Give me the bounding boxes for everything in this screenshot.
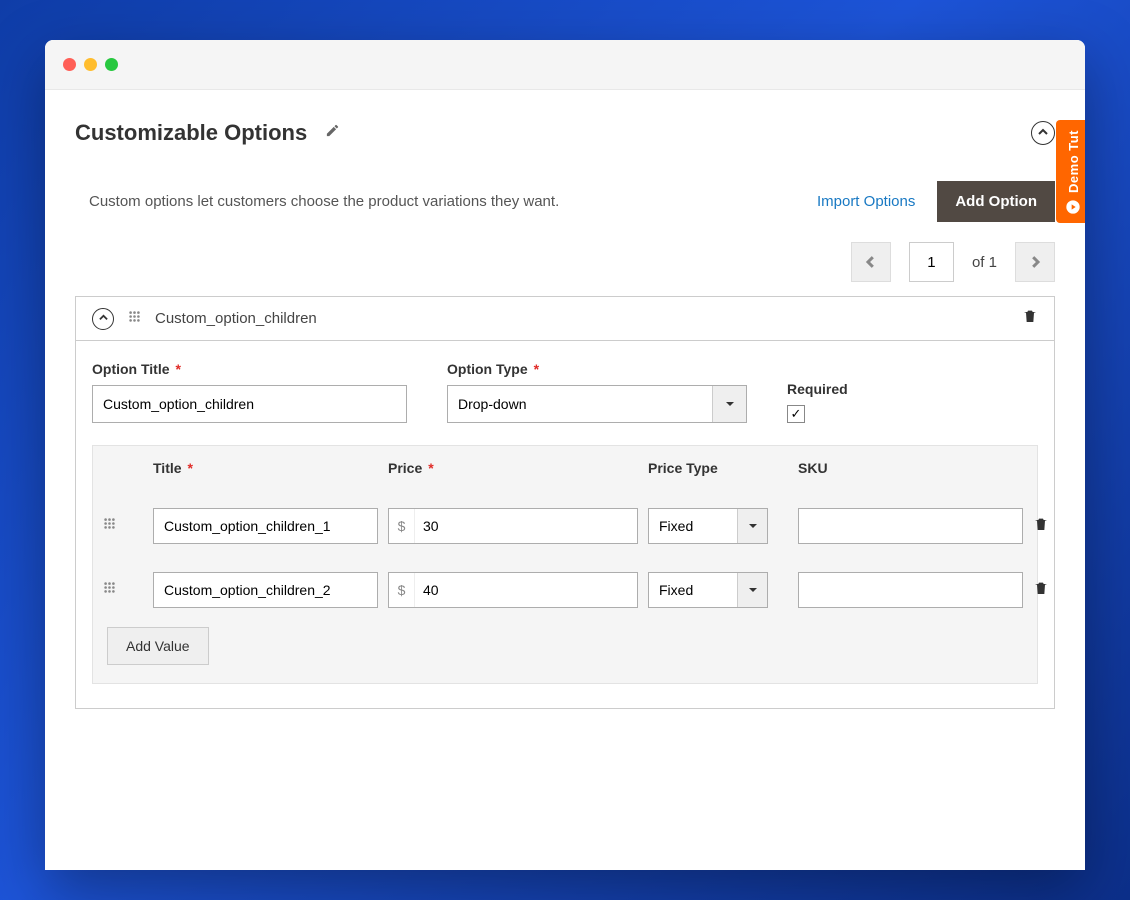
option-title-input[interactable]: [92, 385, 407, 423]
delete-option-icon[interactable]: [1022, 307, 1038, 330]
value-price-input-wrap: $: [388, 508, 638, 544]
section-title: Customizable Options: [75, 120, 307, 146]
col-title: Title*: [153, 460, 378, 476]
delete-row-icon[interactable]: [1033, 579, 1083, 602]
value-sku-input[interactable]: [798, 508, 1023, 544]
pager-page-input[interactable]: [909, 242, 954, 282]
collapse-option-icon[interactable]: [92, 308, 114, 330]
chevron-down-icon: [737, 509, 767, 543]
drag-handle-icon[interactable]: [128, 310, 141, 328]
maximize-window-icon[interactable]: [105, 58, 118, 71]
pager-prev-button[interactable]: [851, 242, 891, 282]
option-type-select[interactable]: Drop-down: [447, 385, 747, 423]
value-sku-input[interactable]: [798, 572, 1023, 608]
table-row: $ Fixed: [93, 558, 1037, 622]
option-type-field: Option Type* Drop-down: [447, 361, 747, 423]
close-window-icon[interactable]: [63, 58, 76, 71]
option-required-field: Required ✓: [787, 381, 848, 423]
demo-tab-label: Demo Tut: [1066, 130, 1081, 193]
currency-symbol: $: [389, 573, 415, 607]
value-price-type-select[interactable]: Fixed: [648, 572, 768, 608]
add-option-button[interactable]: Add Option: [937, 181, 1055, 222]
play-circle-icon: [1065, 199, 1081, 215]
import-options-link[interactable]: Import Options: [817, 193, 915, 210]
option-header: Custom_option_children: [76, 297, 1054, 341]
subheader: Custom options let customers choose the …: [75, 181, 1055, 222]
section-header: Customizable Options: [75, 120, 1055, 146]
value-price-type-select[interactable]: Fixed: [648, 508, 768, 544]
value-price-input[interactable]: [415, 509, 637, 543]
option-required-label: Required: [787, 381, 848, 397]
option-name: Custom_option_children: [155, 310, 317, 327]
pencil-icon[interactable]: [325, 123, 340, 143]
pager-of-label: of 1: [972, 254, 997, 271]
demo-side-tab[interactable]: Demo Tut: [1056, 120, 1085, 223]
delete-row-icon[interactable]: [1033, 515, 1083, 538]
drag-handle-icon[interactable]: [103, 581, 143, 599]
value-price-input-wrap: $: [388, 572, 638, 608]
col-price: Price*: [388, 460, 638, 476]
pager-next-button[interactable]: [1015, 242, 1055, 282]
chevron-down-icon: [737, 573, 767, 607]
col-sku: SKU: [798, 460, 1023, 476]
add-value-button[interactable]: Add Value: [107, 627, 209, 665]
option-block: Custom_option_children Option Title*: [75, 296, 1055, 709]
table-row: $ Fixed: [93, 494, 1037, 558]
option-required-checkbox[interactable]: ✓: [787, 405, 805, 423]
traffic-lights: [63, 58, 118, 71]
option-title-label: Option Title*: [92, 361, 407, 377]
app-window: Customizable Options Custom options let …: [45, 40, 1085, 870]
value-title-input[interactable]: [153, 572, 378, 608]
option-values-table: Title* Price* Price Type SKU $: [92, 445, 1038, 684]
minimize-window-icon[interactable]: [84, 58, 97, 71]
option-title-field: Option Title*: [92, 361, 407, 423]
option-body: Option Title* Option Type* Drop-down: [76, 341, 1054, 708]
col-price-type: Price Type: [648, 460, 788, 476]
value-price-input[interactable]: [415, 573, 637, 607]
subheader-text: Custom options let customers choose the …: [89, 193, 559, 210]
value-title-input[interactable]: [153, 508, 378, 544]
collapse-section-icon[interactable]: [1031, 121, 1055, 145]
window-titlebar: [45, 40, 1085, 90]
pager: of 1: [75, 242, 1055, 282]
drag-handle-icon[interactable]: [103, 517, 143, 535]
chevron-down-icon: [712, 386, 746, 422]
option-type-label: Option Type*: [447, 361, 747, 377]
values-table-head: Title* Price* Price Type SKU: [93, 446, 1037, 494]
currency-symbol: $: [389, 509, 415, 543]
page-content: Customizable Options Custom options let …: [45, 90, 1085, 709]
